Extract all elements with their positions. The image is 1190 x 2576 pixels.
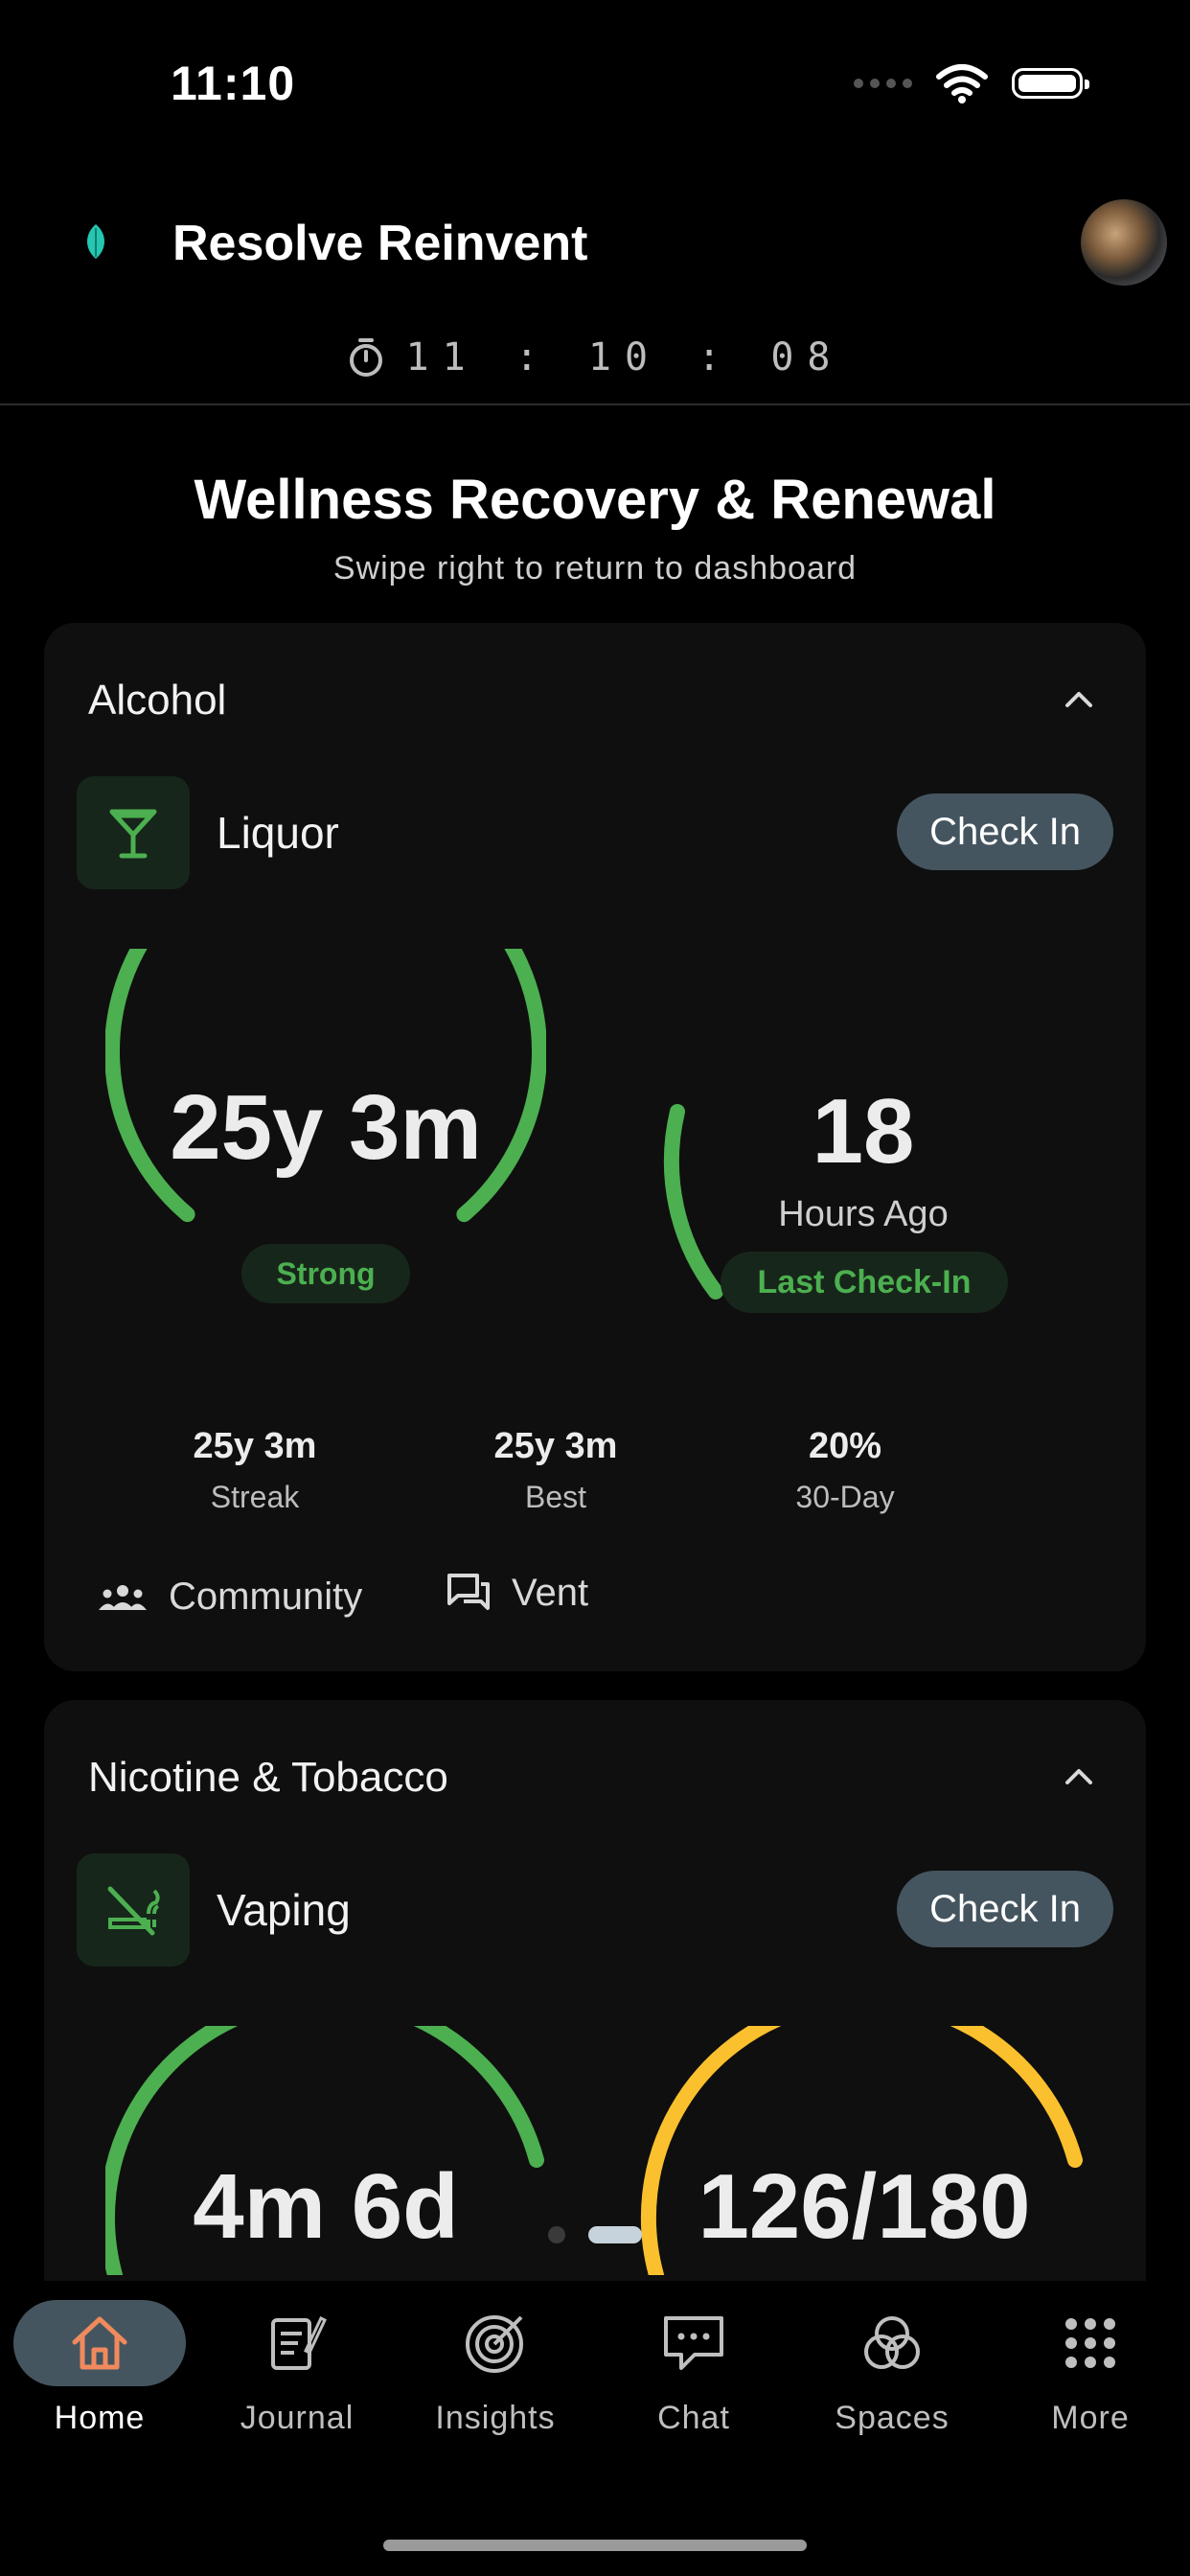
tab-spaces-label: Spaces xyxy=(835,2400,950,2436)
battery-icon xyxy=(1012,68,1089,99)
tab-chat[interactable]: Chat xyxy=(607,2300,780,2437)
insights-icon xyxy=(466,2315,523,2373)
streak-value: 25y 3m xyxy=(170,1076,482,1179)
tab-home-label: Home xyxy=(54,2400,146,2436)
strength-badge: Strong xyxy=(241,1244,410,1303)
journal-icon xyxy=(271,2315,327,2370)
card-category-title: Alcohol xyxy=(88,677,227,724)
substance-name: Vaping xyxy=(217,1885,351,1935)
recovery-card-nicotine: Nicotine & Tobacco Vaping Check In 4m 6d… xyxy=(44,1700,1146,2294)
stat-30day-label: 30-Day xyxy=(795,1480,895,1514)
no-smoking-icon xyxy=(107,1886,160,1936)
home-indicator[interactable] xyxy=(383,2540,807,2551)
status-icons xyxy=(854,63,1089,104)
community-icon xyxy=(99,1584,147,1610)
stopwatch-icon xyxy=(349,338,382,377)
tab-chat-label: Chat xyxy=(657,2400,730,2436)
stat-streak-label: Streak xyxy=(210,1480,300,1514)
streak-value: 4m 6d xyxy=(193,2155,459,2258)
chevron-up-icon[interactable] xyxy=(1060,1758,1098,1796)
tab-bar: Home Journal Insights Chat Spaces More xyxy=(0,2281,1190,2576)
page-dot-1[interactable] xyxy=(548,2226,565,2243)
tab-home[interactable]: Home xyxy=(13,2300,186,2437)
progress-value: 126/180 xyxy=(698,2155,1031,2258)
last-checkin-value: 18 xyxy=(812,1080,915,1183)
tab-journal[interactable]: Journal xyxy=(211,2300,383,2437)
home-icon xyxy=(72,2316,127,2370)
tab-more[interactable]: More xyxy=(1004,2300,1177,2437)
stat-best-label: Best xyxy=(524,1480,587,1514)
page-subtitle: Swipe right to return to dashboard xyxy=(332,550,858,586)
wifi-icon xyxy=(936,64,988,104)
check-in-button[interactable]: Check In xyxy=(897,1871,1113,1947)
tab-spaces[interactable]: Spaces xyxy=(806,2300,978,2437)
chevron-up-icon[interactable] xyxy=(1060,680,1098,719)
chat-icon xyxy=(664,2316,723,2370)
stat-best-value: 25y 3m xyxy=(493,1426,618,1466)
card-category-title: Nicotine & Tobacco xyxy=(88,1754,448,1801)
app-title: Resolve Reinvent xyxy=(172,216,588,271)
liquor-icon-tile xyxy=(77,776,190,889)
header-divider xyxy=(0,403,1190,405)
tab-journal-label: Journal xyxy=(240,2400,355,2436)
more-icon xyxy=(1065,2318,1115,2368)
stat-30day-value: 20% xyxy=(808,1426,882,1466)
community-link[interactable]: Community xyxy=(98,1576,362,1619)
tab-insights-label: Insights xyxy=(435,2400,556,2436)
vent-icon xyxy=(447,1573,490,1610)
vaping-icon-tile xyxy=(77,1853,190,1966)
spaces-icon xyxy=(864,2316,920,2369)
page-title: Wellness Recovery & Renewal xyxy=(194,469,996,531)
page-dot-2-active[interactable] xyxy=(588,2226,642,2243)
recovery-card-alcohol: Alcohol Liquor Check In 25y 3m Strong 18… xyxy=(44,623,1146,1671)
stat-streak-value: 25y 3m xyxy=(193,1426,317,1466)
session-timer: 11 : 10 : 08 xyxy=(0,335,1190,380)
signal-icon xyxy=(854,79,912,88)
status-time: 11:10 xyxy=(171,57,296,110)
last-checkin-unit: Hours Ago xyxy=(778,1194,949,1234)
tab-insights[interactable]: Insights xyxy=(409,2300,582,2437)
last-checkin-gauge-arc xyxy=(663,1104,723,1300)
app-logo-icon xyxy=(87,224,104,259)
last-checkin-badge: Last Check-In xyxy=(721,1252,1008,1313)
avatar[interactable] xyxy=(1081,199,1167,286)
substance-name: Liquor xyxy=(217,808,339,858)
check-in-button[interactable]: Check In xyxy=(897,794,1113,870)
timer-value: 11 : 10 : 08 xyxy=(405,335,844,380)
community-label: Community xyxy=(169,1576,363,1618)
vent-label: Vent xyxy=(512,1572,589,1614)
vent-link[interactable]: Vent xyxy=(446,1572,588,1615)
tab-more-label: More xyxy=(1051,2400,1130,2436)
cocktail-icon xyxy=(109,809,157,859)
